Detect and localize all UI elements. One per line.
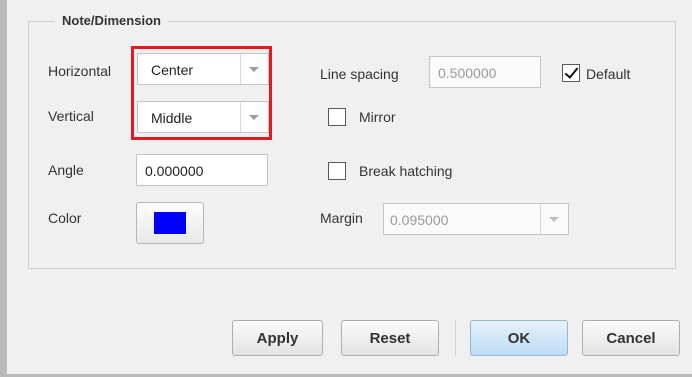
angle-value: 0.000000	[145, 163, 204, 179]
cancel-button[interactable]: Cancel	[582, 320, 680, 356]
color-swatch	[154, 212, 186, 234]
angle-input[interactable]: 0.000000	[136, 154, 268, 186]
mirror-checkbox[interactable]	[328, 108, 346, 126]
chevron-down-icon	[549, 217, 559, 222]
line-spacing-label: Line spacing	[320, 66, 399, 82]
reset-button[interactable]: Reset	[341, 320, 439, 356]
line-spacing-value: 0.500000	[438, 65, 497, 81]
margin-dropdown[interactable]: 0.095000	[383, 203, 569, 235]
margin-value: 0.095000	[390, 212, 449, 228]
break-hatching-checkbox[interactable]	[328, 162, 346, 180]
horizontal-label: Horizontal	[48, 63, 112, 79]
angle-label: Angle	[48, 162, 84, 178]
ok-button[interactable]: OK	[470, 320, 568, 356]
vertical-label: Vertical	[48, 108, 94, 124]
default-label: Default	[586, 66, 631, 82]
margin-dropdown-arrow[interactable]	[540, 204, 568, 234]
highlight-box	[131, 46, 272, 140]
mirror-label: Mirror	[359, 109, 396, 125]
note-dimension-group	[28, 21, 676, 269]
apply-button[interactable]: Apply	[232, 320, 323, 356]
break-hatching-label: Break hatching	[359, 163, 453, 179]
color-picker-button[interactable]	[136, 202, 204, 244]
button-separator	[455, 320, 456, 356]
window-frame-left	[0, 0, 7, 377]
line-spacing-input[interactable]: 0.500000	[429, 56, 541, 88]
default-checkbox[interactable]	[562, 64, 580, 82]
group-title: Note/Dimension	[55, 13, 168, 28]
margin-label: Margin	[320, 210, 363, 226]
color-label: Color	[48, 210, 82, 226]
